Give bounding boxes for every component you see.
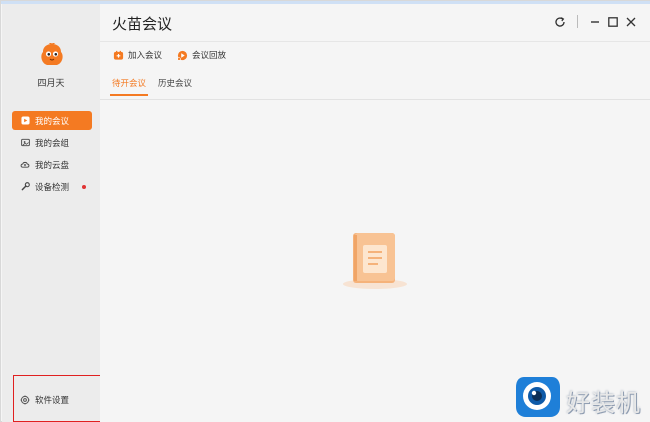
sidebar-item-label: 设备检测 [35,181,70,192]
app-window: 四月天 我的会议 我的会组 我的云盘 设备检测 软件设置 火苗会议 加入会议 会… [0,0,650,422]
meeting-icon [20,116,30,126]
watermark-logo-icon [516,377,560,417]
wrench-icon [20,182,30,192]
playback-icon [177,50,188,61]
username: 四月天 [37,78,65,88]
sidebar-nav: 我的会议 我的会组 我的云盘 设备检测 [12,111,92,199]
tab-history-meetings[interactable]: 历史会议 [158,77,192,95]
join-meeting-button[interactable]: 加入会议 [113,49,162,61]
maximize-icon[interactable] [605,14,621,30]
gear-icon [20,395,30,405]
sidebar-item-my-groups[interactable]: 我的会组 [12,133,92,152]
sidebar-item-label: 我的会议 [35,115,70,126]
sidebar-item-device-check[interactable]: 设备检测 [12,177,92,196]
action-bar: 加入会议 会议回放 [113,49,241,61]
meeting-playback-label: 会议回放 [192,50,227,60]
empty-state-book-icon [343,233,407,289]
sidebar-item-label: 我的云盘 [35,159,70,170]
tab-bar: 待开会议 历史会议 [109,77,204,96]
cloud-icon [20,160,30,170]
main-panel: 火苗会议 加入会议 会议回放 待开会议 历史会议 [100,4,650,422]
notification-dot [82,185,86,189]
sidebar: 四月天 [2,4,100,422]
minimize-icon[interactable] [587,14,603,30]
app-title: 火苗会议 [112,15,173,33]
watermark: 好装机 [514,373,649,419]
tab-divider [100,99,650,100]
header-divider [100,41,650,42]
tab-upcoming-meetings[interactable]: 待开会议 [109,77,149,96]
title-separator [577,15,578,28]
avatar[interactable] [39,43,65,67]
join-meeting-icon [113,50,124,60]
sidebar-item-label: 我的会组 [35,137,70,148]
refresh-icon[interactable] [552,14,568,30]
software-settings-button[interactable]: 软件设置 [20,394,69,406]
watermark-text: 好装机 [566,389,641,417]
settings-label: 软件设置 [35,395,70,405]
group-icon [20,138,30,148]
sidebar-item-my-meetings[interactable]: 我的会议 [12,111,92,130]
join-meeting-label: 加入会议 [128,50,163,60]
meeting-playback-button[interactable]: 会议回放 [177,49,226,61]
sidebar-item-my-cloud[interactable]: 我的云盘 [12,155,92,174]
close-icon[interactable] [623,14,639,30]
